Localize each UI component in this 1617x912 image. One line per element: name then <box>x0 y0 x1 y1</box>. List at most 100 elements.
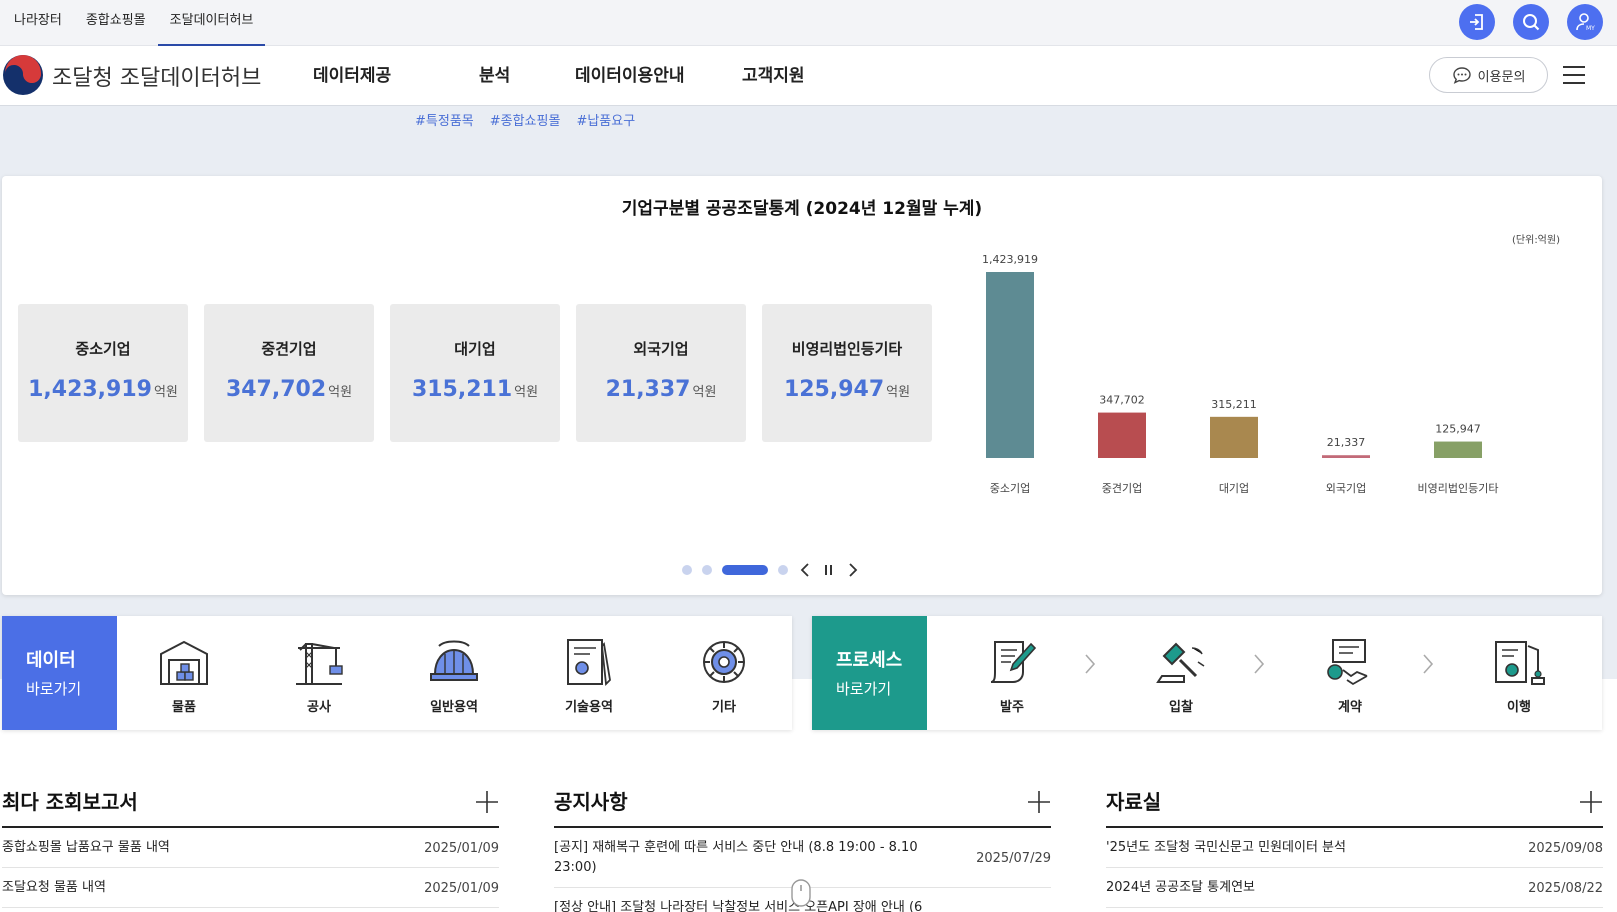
data-shortcut-title: 데이터 <box>26 650 76 671</box>
list-item-date: 2025/07/29 <box>976 850 1051 866</box>
my-page-button[interactable]: MY <box>1567 4 1603 40</box>
list-item-text: [공지] 재해복구 훈련에 따른 서비스 중단 안내 (8.8 19:00 - … <box>554 840 918 875</box>
search-button[interactable] <box>1513 4 1549 40</box>
bar-category-label: 비영리법인등기타 <box>1418 482 1499 495</box>
inquiry-button[interactable]: 이용문의 <box>1429 57 1548 93</box>
handshake-icon <box>1327 639 1368 686</box>
login-button[interactable] <box>1459 4 1495 40</box>
site-tabs: 나라장터 종합쇼핑몰 조달데이터허브 <box>0 0 266 46</box>
bar-value-label: 347,702 <box>1099 394 1145 407</box>
stat-unit: 억원 <box>692 385 717 400</box>
pause-icon <box>825 565 832 575</box>
list-item-date: 2025/09/08 <box>1528 840 1603 856</box>
process-shortcut-title: 프로세스 <box>836 650 903 671</box>
user-icon: MY <box>1576 13 1595 32</box>
tab-narajangteo[interactable]: 나라장터 <box>0 0 74 46</box>
stat-label: 중소기업 <box>75 340 131 358</box>
plus-icon[interactable] <box>1579 790 1603 814</box>
bar-category-label: 외국기업 <box>1326 482 1366 495</box>
top-utility-bar: 나라장터 종합쇼핑몰 조달데이터허브 MY <box>0 0 1617 46</box>
board-title: 자료실 <box>1106 790 1162 814</box>
process-link-order[interactable]: 발주 <box>957 616 1067 730</box>
list-item-text: 종합쇼핑몰 납품요구 물품 내역 <box>2 840 170 855</box>
stat-label: 중견기업 <box>261 340 317 358</box>
chevron-right-icon <box>849 563 858 577</box>
list-item-text: 조달요청 물품 내역 <box>2 880 106 895</box>
document-pen-icon <box>990 641 1037 683</box>
bar-2 <box>1098 412 1146 458</box>
bar-5 <box>1434 441 1482 458</box>
bar-1 <box>986 272 1034 458</box>
quick-link-label: 물품 <box>172 700 196 715</box>
stat-value: 347,702 <box>225 377 327 402</box>
list-item[interactable]: 2024년 공공조달 통계연보 2025/08/22 <box>1106 868 1603 908</box>
process-link-label: 입찰 <box>1169 700 1193 715</box>
stats-card: 기업구분별 공공조달통계 (2024년 12월말 누계) (단위:억원) 중소기… <box>2 176 1602 595</box>
process-link-bidding[interactable]: 입찰 <box>1126 616 1236 730</box>
scroll-mouse-icon <box>791 879 811 907</box>
menu-button[interactable] <box>1563 66 1585 84</box>
carousel-dot-1[interactable] <box>682 565 692 575</box>
board-most-viewed: 최다 조회보고서 종합쇼핑몰 납품요구 물품 내역 2025/01/09 조달요청… <box>2 788 499 908</box>
hashtag-list: #특정품목 #종합쇼핑몰 #납품요구 <box>415 110 635 129</box>
carousel-next-button[interactable] <box>846 563 860 577</box>
list-item-date: 2025/01/09 <box>424 840 499 856</box>
stat-box-large: 대기업 315,211 억원 <box>390 304 560 442</box>
process-link-execution[interactable]: 이행 <box>1464 616 1574 730</box>
nav-data-usage-guide[interactable]: 데이터이용안내 <box>575 46 742 106</box>
stat-value: 315,211 <box>411 377 513 402</box>
bar-category-label: 대기업 <box>1219 482 1249 495</box>
hamburger-icon <box>1563 66 1585 68</box>
stats-title: 기업구분별 공공조달통계 (2024년 12월말 누계) <box>621 199 983 219</box>
carousel-prev-button[interactable] <box>798 563 812 577</box>
nav-customer-support[interactable]: 고객지원 <box>742 46 862 106</box>
crane-icon <box>296 643 343 685</box>
nav-analysis[interactable]: 분석 <box>479 46 575 106</box>
main-nav: 데이터제공 분석 데이터이용안내 고객지원 <box>313 46 862 106</box>
list-item[interactable]: 종합쇼핑몰 납품요구 물품 내역 2025/01/09 <box>2 828 499 868</box>
government-logo-icon[interactable] <box>2 54 44 96</box>
stat-unit: 억원 <box>328 385 353 400</box>
carousel-dot-2[interactable] <box>702 565 712 575</box>
plus-icon[interactable] <box>475 790 499 814</box>
process-shortcut-header[interactable]: 프로세스 바로가기 <box>812 616 927 730</box>
hashtag-shopping-mall[interactable]: #종합쇼핑몰 <box>490 110 561 129</box>
hashtag-special-item[interactable]: #특정품목 <box>415 110 474 129</box>
stat-unit: 억원 <box>153 385 178 400</box>
list-item[interactable]: '25년도 조달청 국민신문고 민원데이터 분석 2025/09/08 <box>1106 828 1603 868</box>
hashtag-delivery-request[interactable]: #납품요구 <box>576 110 635 129</box>
quick-link-others[interactable]: 기타 <box>669 616 779 730</box>
process-link-label: 발주 <box>1000 700 1024 715</box>
list-item-text: 2024년 공공조달 통계연보 <box>1106 880 1255 895</box>
list-item-date: 2025/08/22 <box>1528 880 1603 896</box>
carousel-pause-button[interactable] <box>822 563 836 577</box>
quick-link-tech-service[interactable]: 기술용역 <box>534 616 644 730</box>
carousel-dot-4[interactable] <box>778 565 788 575</box>
list-item-date: 2025/01/09 <box>424 880 499 896</box>
plus-icon[interactable] <box>1027 790 1051 814</box>
bar-3 <box>1210 416 1258 458</box>
process-link-contract[interactable]: 계약 <box>1295 616 1405 730</box>
quick-link-general-service[interactable]: 일반용역 <box>399 616 509 730</box>
bar-category-label: 중견기업 <box>1102 482 1142 495</box>
stat-value: 125,947 <box>783 377 885 402</box>
list-item[interactable]: 조달요청 물품 내역 2025/01/09 <box>2 868 499 908</box>
process-quick-links: 프로세스 바로가기 발주 입찰 계약 이행 <box>812 616 1602 730</box>
gavel-icon <box>1156 642 1205 683</box>
tab-data-hub[interactable]: 조달데이터허브 <box>157 0 266 46</box>
quick-link-construction[interactable]: 공사 <box>264 616 374 730</box>
board-title: 최다 조회보고서 <box>2 790 138 814</box>
hard-hat-icon <box>430 640 478 681</box>
login-icon <box>1470 14 1483 30</box>
stat-value: 21,337 <box>605 377 691 402</box>
site-title[interactable]: 조달청 조달데이터허브 <box>52 60 261 92</box>
data-shortcut-header[interactable]: 데이터 바로가기 <box>2 616 117 730</box>
bar-value-label: 125,947 <box>1435 423 1481 436</box>
chevron-left-icon <box>800 563 809 577</box>
carousel-dot-3[interactable] <box>722 565 768 575</box>
search-icon <box>1523 14 1540 31</box>
tab-shopping-mall[interactable]: 종합쇼핑몰 <box>74 0 158 46</box>
main-header: 조달청 조달데이터허브 데이터제공 분석 데이터이용안내 고객지원 이용문의 <box>0 46 1617 106</box>
quick-link-goods[interactable]: 물품 <box>129 616 239 730</box>
nav-data-provision[interactable]: 데이터제공 <box>313 46 479 106</box>
